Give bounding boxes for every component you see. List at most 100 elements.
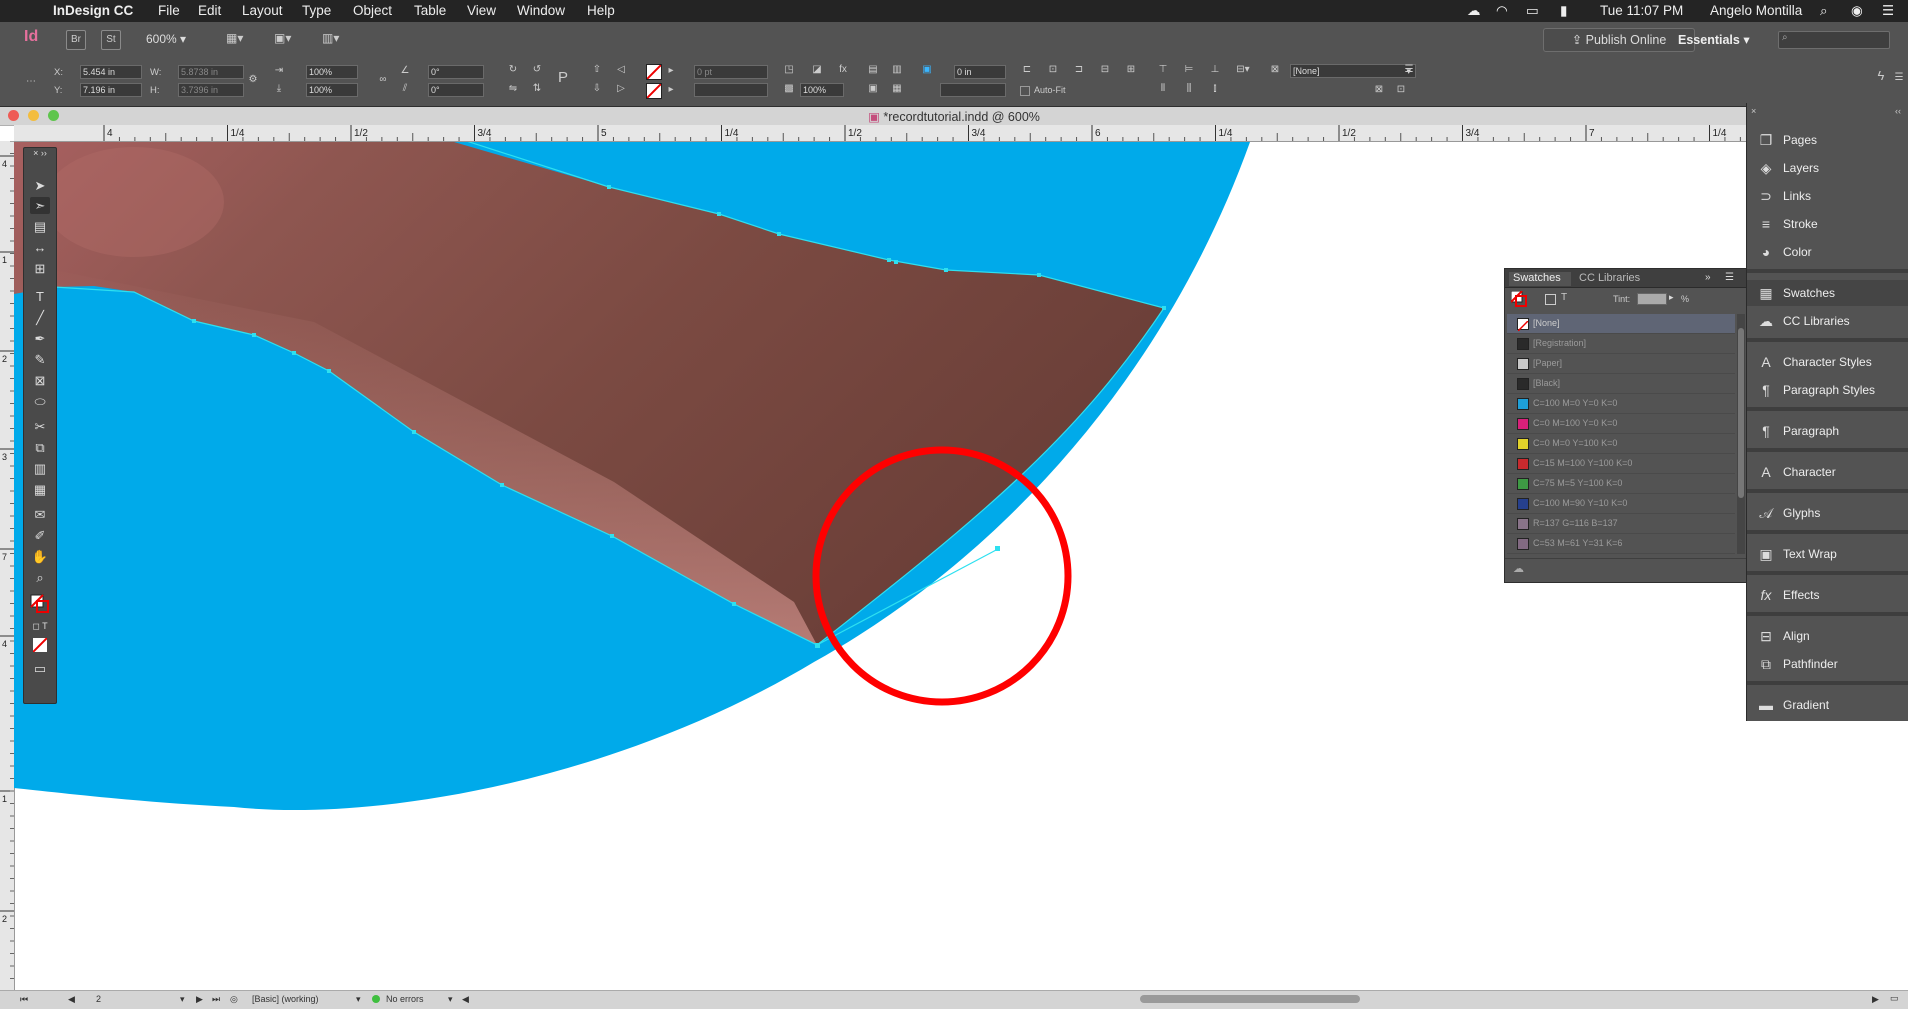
panel-options-icon[interactable]: ☰: [1892, 72, 1906, 84]
new-style-icon[interactable]: ⊡: [1394, 84, 1408, 96]
dock-item-character[interactable]: A Character: [1747, 459, 1908, 485]
scale-y-field[interactable]: 100%: [306, 83, 358, 97]
dock-divider[interactable]: [1747, 530, 1908, 534]
width-field[interactable]: 5.8738 in: [178, 65, 244, 79]
cc-sync-icon[interactable]: ☁: [1513, 562, 1524, 575]
menu-window[interactable]: Window: [517, 3, 565, 18]
distribute-icon[interactable]: ⊟: [1098, 64, 1112, 76]
stroke-weight-field[interactable]: 0 pt: [694, 65, 768, 79]
dock-item-pages[interactable]: ❐ Pages: [1747, 127, 1908, 153]
dock-divider[interactable]: [1747, 269, 1908, 273]
direct-selection-tool-icon[interactable]: ➣: [30, 197, 50, 214]
tools-close-icon[interactable]: × ››: [30, 148, 50, 158]
reference-point-icon[interactable]: ⋯: [26, 76, 36, 87]
creative-cloud-icon[interactable]: ☁: [1467, 3, 1481, 19]
preflight-profile[interactable]: [Basic] (working): [252, 994, 319, 1004]
stroke-dropdown-icon[interactable]: ▸: [664, 84, 678, 96]
page-tool-icon[interactable]: ▤: [30, 218, 50, 235]
select-content-icon[interactable]: ⇩: [590, 83, 604, 95]
horizontal-spacing-icon[interactable]: ⫼: [1182, 83, 1196, 95]
dock-item-gradient[interactable]: ▬ Gradient: [1747, 692, 1908, 718]
apply-none-icon[interactable]: [30, 636, 50, 653]
horizontal-scroll-thumb[interactable]: [1140, 995, 1360, 1003]
fill-dropdown-icon[interactable]: ▸: [664, 65, 678, 77]
page-dropdown-icon[interactable]: ▾: [180, 994, 185, 1005]
swatch-row[interactable]: [Paper]: [1507, 354, 1735, 374]
x-position-field[interactable]: 5.454 in: [80, 65, 142, 79]
auto-fit-checkbox[interactable]: [1020, 86, 1030, 96]
free-transform-tool-icon[interactable]: ⧉: [30, 439, 50, 456]
dock-divider[interactable]: [1747, 571, 1908, 575]
dock-divider[interactable]: [1747, 612, 1908, 616]
search-icon[interactable]: ⌕: [1820, 3, 1828, 19]
align-bottom-icon[interactable]: ⊥: [1208, 64, 1222, 76]
collapse-panel-icon[interactable]: »: [1705, 272, 1711, 283]
tint-field[interactable]: [1637, 293, 1667, 305]
gradient-feather-tool-icon[interactable]: ▦: [30, 481, 50, 498]
dock-item-stroke[interactable]: ≡ Stroke: [1747, 211, 1908, 237]
effects-fx-icon[interactable]: fx: [836, 64, 850, 76]
menu-layout[interactable]: Layout: [242, 3, 283, 18]
menu-view[interactable]: View: [467, 3, 496, 18]
direction-handle[interactable]: [995, 546, 1000, 551]
align-right-icon[interactable]: ⊐: [1072, 64, 1086, 76]
dock-item-swatches[interactable]: ▦ Swatches: [1747, 280, 1908, 306]
fill-stroke-icon[interactable]: [30, 594, 50, 614]
swatch-row[interactable]: C=53 M=61 Y=31 K=6: [1507, 534, 1735, 554]
arrange-documents-icon[interactable]: ▥▾: [322, 31, 350, 45]
dock-divider[interactable]: [1747, 489, 1908, 493]
swatch-row[interactable]: C=0 M=0 Y=100 K=0: [1507, 434, 1735, 454]
dock-item-layers[interactable]: ◈ Layers: [1747, 155, 1908, 181]
eyedropper-tool-icon[interactable]: ✐: [30, 527, 50, 544]
dock-divider[interactable]: [1747, 407, 1908, 411]
dock-divider[interactable]: [1747, 338, 1908, 342]
previous-page-icon[interactable]: ◀: [68, 994, 75, 1005]
errors-dropdown-icon[interactable]: ▾: [448, 994, 453, 1005]
fill-stroke-swap-icon[interactable]: [1510, 290, 1527, 307]
battery-icon[interactable]: ▮: [1560, 3, 1567, 19]
rotation-field[interactable]: 0°: [428, 65, 484, 79]
fit-content-frame-icon[interactable]: ▤: [866, 64, 880, 76]
dock-item-glyphs[interactable]: 𝒜 Glyphs: [1747, 500, 1908, 526]
panel-menu-icon[interactable]: ☰: [1725, 272, 1734, 283]
flip-horizontal-icon[interactable]: ⇋: [506, 83, 520, 95]
help-search-input[interactable]: ⌕: [1778, 31, 1890, 49]
constrain-proportions-icon[interactable]: ⚙: [246, 74, 260, 86]
workspace-switcher[interactable]: Essentials ▾: [1678, 32, 1750, 47]
dock-item-text-wrap[interactable]: ▣ Text Wrap: [1747, 541, 1908, 567]
align-top-icon[interactable]: ⊤: [1156, 64, 1170, 76]
scroll-left-icon[interactable]: ◀: [462, 994, 469, 1005]
stroke-swatch-icon[interactable]: [646, 83, 662, 99]
page-size-icon[interactable]: ▭: [1890, 993, 1899, 1004]
menu-type[interactable]: Type: [302, 3, 331, 18]
menu-file[interactable]: File: [158, 3, 180, 18]
dock-item-effects[interactable]: fx Effects: [1747, 582, 1908, 608]
tab-swatches[interactable]: Swatches: [1509, 272, 1571, 286]
fill-swatch-icon[interactable]: [646, 64, 662, 80]
preflight-dropdown-icon[interactable]: ▾: [356, 994, 361, 1005]
next-page-icon[interactable]: ▶: [196, 994, 203, 1005]
swatch-row[interactable]: C=15 M=100 Y=100 K=0: [1507, 454, 1735, 474]
dock-item-links[interactable]: ⊃ Links: [1747, 183, 1908, 209]
note-tool-icon[interactable]: ✉: [30, 506, 50, 523]
align-center-icon[interactable]: ⊡: [1046, 64, 1060, 76]
view-options-icon[interactable]: ▦▾: [226, 31, 254, 45]
dock-item-character-styles[interactable]: A Character Styles: [1747, 349, 1908, 375]
dock-close-icon[interactable]: ×: [1751, 106, 1756, 116]
preflight-icon[interactable]: ◎: [230, 994, 238, 1005]
clear-overrides-icon[interactable]: ⊠: [1372, 84, 1386, 96]
zoom-tool-icon[interactable]: ⌕: [30, 569, 50, 586]
select-previous-icon[interactable]: ◁: [614, 64, 628, 76]
panel-menu-icon[interactable]: ☰: [1402, 64, 1416, 76]
distribute-h-icon[interactable]: ⊞: [1124, 64, 1138, 76]
stock-button[interactable]: St: [101, 30, 121, 50]
page-number[interactable]: 2: [96, 994, 101, 1004]
clock[interactable]: Tue 11:07 PM: [1600, 3, 1683, 18]
dock-item-paragraph[interactable]: ¶ Paragraph: [1747, 418, 1908, 444]
dock-item-pathfinder[interactable]: ⧉ Pathfinder: [1747, 651, 1908, 677]
dock-collapse-icon[interactable]: ‹‹: [1895, 106, 1901, 116]
tint-dropdown-icon[interactable]: ▸: [1669, 292, 1674, 303]
publish-online-button[interactable]: ⇪ Publish Online: [1543, 28, 1695, 52]
swatch-row[interactable]: [Black]: [1507, 374, 1735, 394]
frame-fitting-icon[interactable]: ▣: [920, 64, 934, 76]
